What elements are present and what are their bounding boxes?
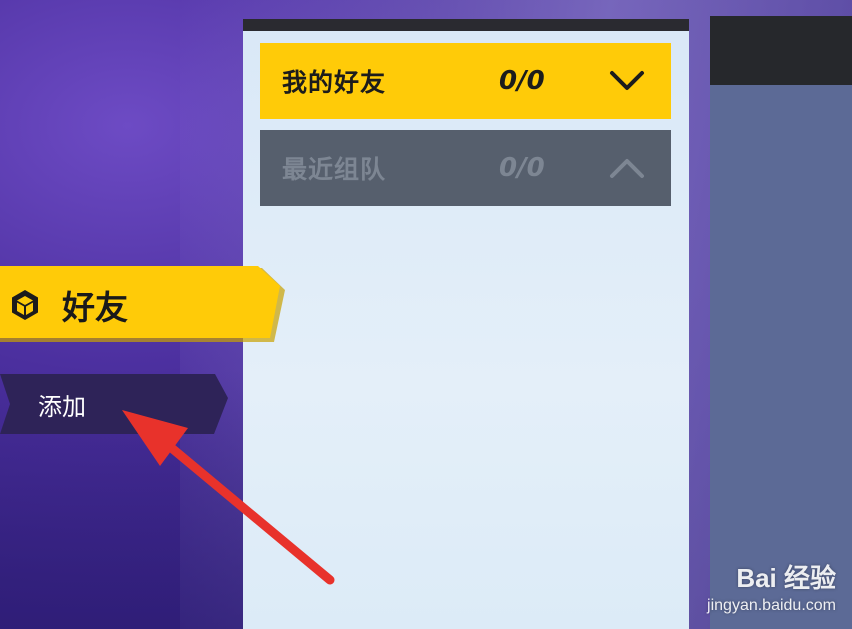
watermark-url: jingyan.baidu.com: [707, 597, 836, 614]
annotation-arrow: [122, 410, 335, 585]
watermark-brand: Bai 经验: [736, 563, 836, 593]
watermark: Bai 经验 jingyan.baidu.com: [707, 558, 836, 615]
